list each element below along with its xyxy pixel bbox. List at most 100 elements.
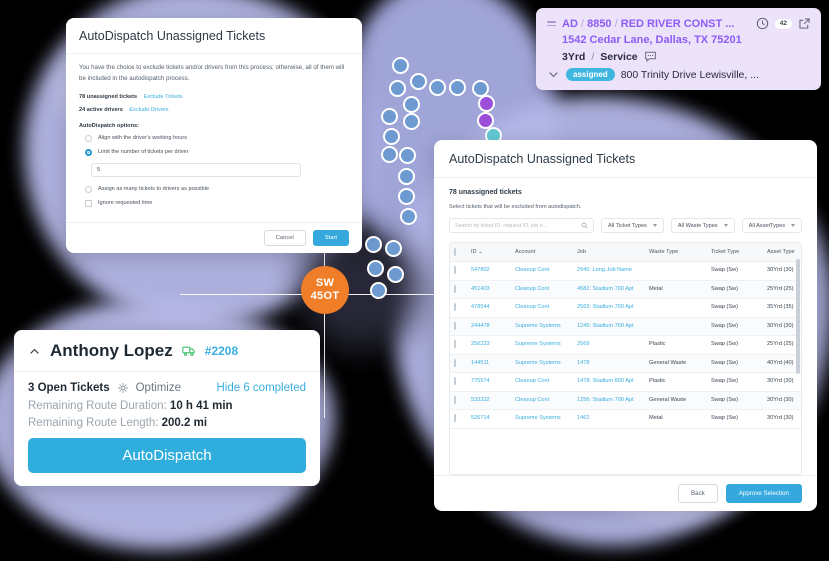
approve-selection-button[interactable]: Approve Selection [725, 484, 802, 503]
cell-account[interactable]: Cleanup Cont [511, 280, 573, 300]
row-checkbox-cell[interactable] [450, 372, 467, 392]
table-scrollbar-thumb[interactable] [796, 259, 800, 375]
route-marker[interactable] [392, 57, 409, 74]
cell-id[interactable]: 244478 [467, 317, 511, 337]
cell-job[interactable]: 2569 [573, 335, 645, 355]
cell-account[interactable]: Supreme Systems [511, 354, 573, 374]
cancel-button[interactable]: Cancel [263, 229, 306, 246]
autodispatch-button[interactable]: AutoDispatch [28, 438, 306, 473]
ticket-summary-card[interactable]: AD / 8850 / RED RIVER CONST ... 42 1542 … [536, 8, 821, 90]
option-ignore-requested-time[interactable]: Ignore requested time [79, 199, 349, 207]
column-header-waste-type[interactable]: Waste Type [645, 243, 707, 262]
checkbox-icon[interactable] [454, 395, 456, 404]
column-header-id[interactable]: ID ⌄ [467, 243, 511, 262]
exclude-tickets-link[interactable]: Exclude Tickets [144, 94, 183, 100]
optimize-label[interactable]: Optimize [136, 382, 181, 394]
cell-id[interactable]: 547802 [467, 261, 511, 281]
checkbox-icon[interactable] [454, 248, 456, 256]
route-marker[interactable] [381, 146, 398, 163]
route-marker[interactable] [387, 266, 404, 283]
cell-job[interactable]: 2563: Stadium 700 Apt [573, 298, 645, 318]
cell-id[interactable]: 533332 [467, 391, 511, 411]
route-stop-badge[interactable]: SW 45OT [301, 266, 349, 314]
row-checkbox-cell[interactable] [450, 335, 467, 355]
cell-id[interactable]: 451403 [467, 280, 511, 300]
radio-icon[interactable] [85, 134, 92, 142]
checkbox-icon[interactable] [85, 199, 92, 207]
column-header-ticket-type[interactable]: Ticket Type [707, 243, 763, 262]
drag-handle-icon[interactable] [547, 21, 556, 26]
cell-job[interactable]: 4582: Stadium 700 Apt [573, 280, 645, 300]
row-checkbox-cell[interactable] [450, 298, 467, 318]
cell-id[interactable]: 775574 [467, 372, 511, 392]
search-input[interactable]: Search by ticket ID, request ID, job n..… [449, 218, 595, 233]
exclude-drivers-link[interactable]: Exclude Drivers [129, 107, 168, 113]
cell-job[interactable]: 1245: Stadium 700 Apt [573, 317, 645, 337]
option-align-working-hours[interactable]: Align with the driver's working hours [79, 134, 349, 142]
start-button[interactable]: Start [312, 229, 349, 246]
route-marker[interactable] [403, 113, 420, 130]
cell-account[interactable]: Cleanup Cont [511, 391, 573, 411]
cell-id[interactable]: 256333 [467, 335, 511, 355]
optimize-icon[interactable] [117, 382, 129, 394]
checkbox-icon[interactable] [454, 414, 456, 423]
cell-account[interactable]: Cleanup Cont [511, 261, 573, 281]
option-assign-max[interactable]: Assign as many tickets to drivers as pos… [79, 185, 349, 193]
table-row[interactable]: 256333 Supreme Systems 2569 Plastic Swap (Sw… [450, 335, 801, 355]
route-marker[interactable] [389, 80, 406, 97]
route-marker[interactable] [449, 79, 466, 96]
table-row[interactable]: 775574 Cleanup Cont 1478: Stadium 800 Apt P… [450, 372, 801, 392]
column-header-account[interactable]: Account [511, 243, 573, 262]
radio-selected-icon[interactable] [85, 148, 92, 156]
row-checkbox-cell[interactable] [450, 391, 467, 411]
route-marker[interactable] [429, 79, 446, 96]
chevron-down-icon[interactable] [547, 68, 560, 81]
filter-waste-types[interactable]: All Waste Types [670, 218, 735, 233]
select-all-header[interactable] [450, 243, 467, 262]
table-scrollbar[interactable] [796, 259, 800, 472]
route-marker[interactable] [370, 282, 387, 299]
driver-card-header[interactable]: Anthony Lopez #2208 [14, 330, 320, 372]
ticket-limit-input[interactable]: 5 [91, 162, 301, 177]
checkbox-icon[interactable] [454, 321, 456, 330]
route-marker[interactable] [400, 208, 417, 225]
hide-completed-link[interactable]: Hide 6 completed [217, 382, 307, 394]
cell-job[interactable]: 1256: Stadium 700 Apt [573, 391, 645, 411]
row-checkbox-cell[interactable] [450, 261, 467, 281]
checkbox-icon[interactable] [454, 284, 456, 293]
checkbox-icon[interactable] [454, 377, 456, 386]
route-marker[interactable] [478, 95, 495, 112]
checkbox-icon[interactable] [454, 340, 456, 349]
route-marker[interactable] [399, 147, 416, 164]
chevron-up-icon[interactable] [28, 345, 41, 358]
cell-job[interactable]: 1462 [573, 409, 645, 429]
table-row[interactable]: 547802 Cleanup Cont 2940: Long Job Name Swa… [450, 261, 801, 281]
row-checkbox-cell[interactable] [450, 317, 467, 337]
table-row[interactable]: 533332 Cleanup Cont 1256: Stadium 700 Apt G… [450, 391, 801, 411]
route-marker[interactable] [383, 128, 400, 145]
radio-icon[interactable] [85, 185, 92, 193]
table-row[interactable]: 451403 Cleanup Cont 4582: Stadium 700 Apt M… [450, 280, 801, 300]
cell-account[interactable]: Supreme Systems [511, 335, 573, 355]
cell-id[interactable]: 478544 [467, 298, 511, 318]
comment-icon[interactable] [644, 50, 657, 63]
cell-id[interactable]: 144511 [467, 354, 511, 374]
filter-ticket-types[interactable]: All Ticket Types [601, 218, 664, 233]
clock-icon[interactable] [756, 17, 769, 30]
checkbox-icon[interactable] [454, 358, 456, 367]
cell-account[interactable]: Cleanup Cont [511, 298, 573, 318]
route-marker[interactable] [410, 73, 427, 90]
route-marker[interactable] [385, 240, 402, 257]
cell-job[interactable]: 2940: Long Job Name [573, 261, 645, 281]
route-marker[interactable] [367, 260, 384, 277]
option-limit-tickets[interactable]: Limit the number of tickets per driver [79, 148, 349, 156]
filter-asset-types[interactable]: All AssetTypes [741, 218, 802, 233]
row-checkbox-cell[interactable] [450, 409, 467, 429]
cell-account[interactable]: Cleanup Cont [511, 372, 573, 392]
route-marker[interactable] [403, 96, 420, 113]
route-marker[interactable] [398, 188, 415, 205]
route-marker[interactable] [398, 168, 415, 185]
table-row[interactable]: 244478 Supreme Systems 1245: Stadium 700 A… [450, 317, 801, 337]
row-checkbox-cell[interactable] [450, 354, 467, 374]
cell-job[interactable]: 1478 [573, 354, 645, 374]
